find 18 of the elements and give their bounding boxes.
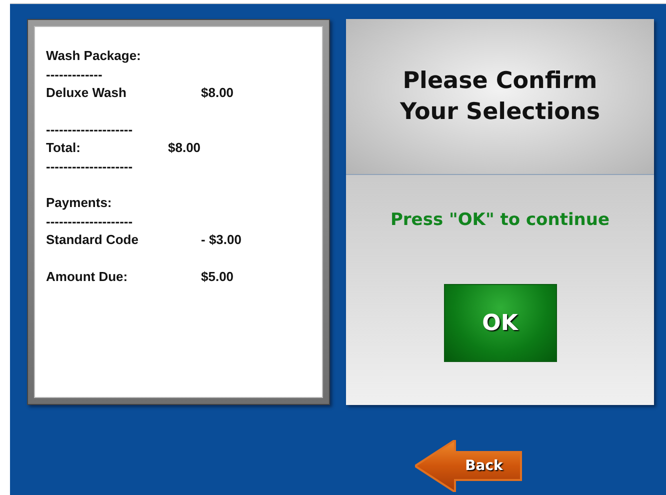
line-amount: - $3.00 xyxy=(201,231,242,249)
dash-rule: -------------------- xyxy=(46,120,134,138)
line-label: Deluxe Wash xyxy=(46,84,128,102)
line-amount: $8.00 xyxy=(201,84,234,102)
line-label: Total: xyxy=(46,139,82,157)
section-heading: Wash Package: xyxy=(46,47,142,65)
line-amount: $5.00 xyxy=(201,268,234,286)
line-amount: $8.00 xyxy=(168,139,201,157)
line-label: Amount Due: xyxy=(46,268,129,286)
confirm-title: Please Confirm Your Selections xyxy=(398,66,602,126)
dash-rule: -------------------- xyxy=(46,212,134,230)
section-heading: Payments: xyxy=(46,194,113,212)
dash-rule: ------------- xyxy=(46,66,104,84)
line-label: Standard Code xyxy=(46,231,140,249)
ok-button[interactable]: OK xyxy=(444,284,556,362)
instruction-text: Press "OK" to continue xyxy=(390,210,610,230)
dash-rule: -------------------- xyxy=(46,158,134,176)
back-button[interactable]: Back xyxy=(415,440,523,492)
